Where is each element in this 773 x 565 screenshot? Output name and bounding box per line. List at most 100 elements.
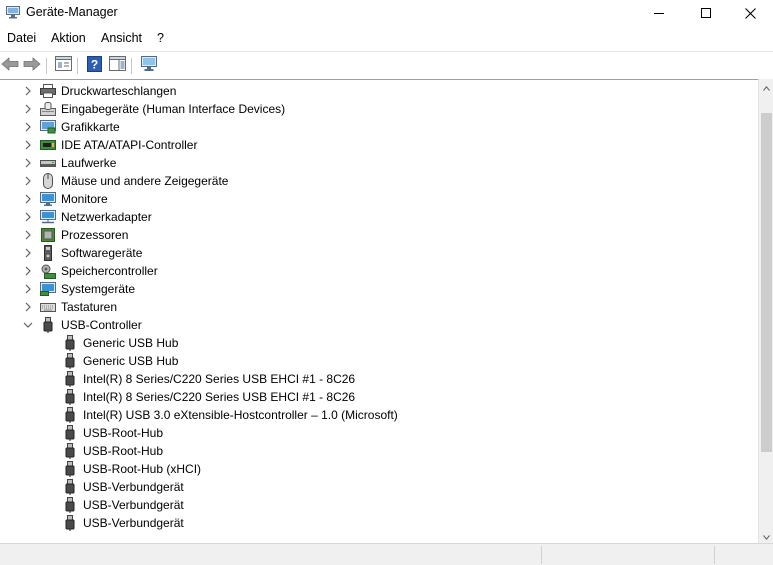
scroll-up-button[interactable]	[759, 79, 773, 94]
tree-category-label: Prozessoren	[61, 228, 129, 242]
minimize-icon	[654, 8, 664, 18]
tree-device-item[interactable]: Intel(R) 8 Series/C220 Series USB EHCI #…	[62, 388, 355, 406]
close-icon	[744, 7, 756, 19]
display-adapter-icon	[40, 119, 56, 135]
tree-category-ide-controller[interactable]: IDE ATA/ATAPI-Controller	[22, 136, 197, 154]
menu-aktion[interactable]: Aktion	[51, 31, 86, 45]
properties-button[interactable]	[53, 55, 73, 75]
close-button[interactable]	[727, 0, 773, 26]
tree-category-speichercontroller[interactable]: Speichercontroller	[22, 262, 158, 280]
monitor-icon	[40, 191, 56, 207]
chevron-right-icon[interactable]	[22, 298, 34, 316]
usb-device-icon	[62, 425, 78, 441]
tree-device-item[interactable]: Generic USB Hub	[62, 334, 178, 352]
usb-device-icon	[62, 497, 78, 513]
tree-category-druckwarteschlangen[interactable]: Druckwarteschlangen	[22, 82, 176, 100]
status-bar	[0, 543, 773, 565]
chevron-right-icon[interactable]	[22, 82, 34, 100]
usb-device-icon	[62, 389, 78, 405]
usb-icon	[40, 317, 56, 333]
usb-device-icon	[62, 353, 78, 369]
maximize-icon	[701, 8, 711, 18]
storage-controller-icon	[40, 263, 56, 279]
tree-category-grafikkarte[interactable]: Grafikkarte	[22, 118, 120, 136]
tree-category-maeuse[interactable]: Mäuse und andere Zeigegeräte	[22, 172, 228, 190]
tree-category-label: Grafikkarte	[61, 120, 120, 134]
forward-arrow-icon	[23, 56, 41, 74]
chevron-right-icon[interactable]	[22, 226, 34, 244]
hid-icon	[40, 101, 56, 117]
tree-device-label: USB-Root-Hub (xHCI)	[83, 462, 202, 476]
tree-device-item[interactable]: Intel(R) USB 3.0 eXtensible-Hostcontroll…	[62, 406, 398, 424]
title-bar: Geräte-Manager	[0, 0, 773, 26]
usb-device-icon	[62, 371, 78, 387]
menu-datei[interactable]: Datei	[7, 31, 36, 45]
menu-ansicht[interactable]: Ansicht	[101, 31, 142, 45]
tree-device-item[interactable]: USB-Verbundgerät	[62, 514, 184, 532]
tree-category-label: Eingabegeräte (Human Interface Devices)	[61, 102, 286, 116]
scroll-down-button[interactable]	[759, 528, 773, 543]
tree-device-label: Intel(R) 8 Series/C220 Series USB EHCI #…	[83, 372, 356, 386]
action-pane-button[interactable]	[107, 55, 127, 75]
chevron-right-icon[interactable]	[22, 172, 34, 190]
tree-category-usb-controller[interactable]: USB-Controller	[22, 316, 142, 334]
tree-device-label: USB-Root-Hub	[83, 426, 164, 440]
svg-text:?: ?	[90, 57, 97, 71]
system-device-icon	[40, 281, 56, 297]
maximize-button[interactable]	[683, 0, 729, 26]
chevron-right-icon[interactable]	[22, 154, 34, 172]
scrollbar-thumb[interactable]	[761, 113, 772, 452]
chevron-right-icon[interactable]	[22, 100, 34, 118]
window-title: Geräte-Manager	[26, 5, 118, 19]
tree-category-label: Tastaturen	[61, 300, 118, 314]
tree-category-softwaregeraete[interactable]: Softwaregeräte	[22, 244, 142, 262]
tree-category-label: IDE ATA/ATAPI-Controller	[61, 138, 198, 152]
back-button[interactable]	[0, 55, 20, 75]
tree-category-netzwerkadapter[interactable]: Netzwerkadapter	[22, 208, 152, 226]
software-device-icon	[40, 245, 56, 261]
menu-help[interactable]: ?	[157, 31, 164, 45]
chevron-right-icon[interactable]	[22, 280, 34, 298]
tree-category-label: USB-Controller	[61, 318, 142, 332]
tree-category-eingabegeraete[interactable]: Eingabegeräte (Human Interface Devices)	[22, 100, 285, 118]
printer-icon	[40, 83, 56, 99]
tree-category-label: Laufwerke	[61, 156, 117, 170]
tree-device-item[interactable]: USB-Root-Hub (xHCI)	[62, 460, 201, 478]
chevron-right-icon[interactable]	[22, 118, 34, 136]
scan-hardware-button[interactable]	[139, 55, 159, 75]
tree-category-laufwerke[interactable]: Laufwerke	[22, 154, 116, 172]
chevron-right-icon[interactable]	[22, 208, 34, 226]
tree-category-systemgeraete[interactable]: Systemgeräte	[22, 280, 135, 298]
usb-device-icon	[62, 335, 78, 351]
chevron-down-icon[interactable]	[22, 316, 34, 334]
monitor-scan-icon	[140, 55, 158, 75]
tree-category-monitore[interactable]: Monitore	[22, 190, 108, 208]
chevron-right-icon[interactable]	[22, 262, 34, 280]
minimize-button[interactable]	[636, 0, 682, 26]
tree-device-item[interactable]: USB-Verbundgerät	[62, 478, 184, 496]
forward-button[interactable]	[22, 55, 42, 75]
tree-device-item[interactable]: USB-Root-Hub	[62, 442, 163, 460]
vertical-scrollbar[interactable]	[758, 79, 773, 543]
network-adapter-icon	[40, 209, 56, 225]
usb-device-icon	[62, 407, 78, 423]
properties-icon	[54, 56, 72, 74]
tree-device-label: Generic USB Hub	[83, 336, 179, 350]
tree-device-item[interactable]: USB-Root-Hub	[62, 424, 163, 442]
action-pane-icon	[108, 56, 126, 74]
chevron-right-icon[interactable]	[22, 190, 34, 208]
chevron-right-icon[interactable]	[22, 244, 34, 262]
toolbar-separator	[131, 58, 132, 74]
tree-category-label: Systemgeräte	[61, 282, 136, 296]
tree-category-tastaturen[interactable]: Tastaturen	[22, 298, 117, 316]
tree-device-item[interactable]: USB-Verbundgerät	[62, 496, 184, 514]
tree-device-item[interactable]: Generic USB Hub	[62, 352, 178, 370]
tree-device-label: Intel(R) 8 Series/C220 Series USB EHCI #…	[83, 390, 356, 404]
scroll-down-arrow-icon	[763, 529, 770, 543]
chevron-right-icon[interactable]	[22, 136, 34, 154]
usb-device-icon	[62, 443, 78, 459]
help-button[interactable]: ?	[84, 55, 104, 75]
tree-device-label: USB-Verbundgerät	[83, 480, 184, 494]
tree-category-prozessoren[interactable]: Prozessoren	[22, 226, 128, 244]
tree-device-item[interactable]: Intel(R) 8 Series/C220 Series USB EHCI #…	[62, 370, 355, 388]
